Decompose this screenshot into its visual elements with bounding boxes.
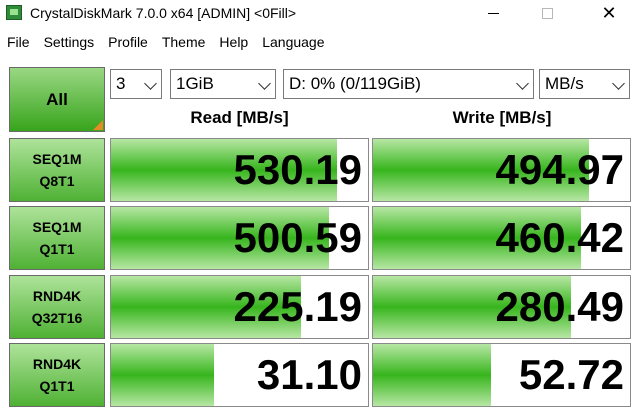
test-size-value: 1GiB [176,74,214,93]
menu-help[interactable]: Help [212,34,255,50]
write-result-cell: 494.97 [372,138,631,202]
test-count-select[interactable]: 3 [110,69,162,99]
all-button-label: All [46,89,68,109]
menu-settings[interactable]: Settings [37,34,102,50]
test-label-line1: RND4K [32,356,82,372]
test-label-line2: Q1T1 [39,241,75,257]
write-progress-bar [373,344,492,406]
read-column-header: Read [MB/s] [190,108,289,127]
test-label-line1: RND4K [32,288,82,304]
window-title: CrystalDiskMark 7.0.0 x64 [ADMIN] <0Fill… [30,5,297,21]
chevron-down-icon [144,77,157,90]
chevron-down-icon [258,77,271,90]
write-result-value: 494.97 [495,146,624,193]
chevron-down-icon [516,77,529,90]
menu-theme[interactable]: Theme [155,34,213,50]
menu-profile[interactable]: Profile [101,34,155,50]
close-icon: ✕ [601,3,617,23]
write-result-value: 280.49 [495,283,624,330]
menu-file[interactable]: File [0,34,37,50]
read-result-value: 500.59 [233,214,362,261]
write-column-header: Write [MB/s] [452,108,552,127]
read-result-cell: 225.19 [110,275,369,339]
chevron-down-icon [612,77,625,90]
drive-value: D: 0% (0/119GiB) [289,74,421,93]
write-result-value: 460.42 [495,214,624,261]
unit-value: MB/s [545,74,584,93]
read-result-value: 225.19 [233,283,362,330]
unit-select[interactable]: MB/s [539,69,630,99]
read-result-cell: 31.10 [110,343,369,407]
test-button-rnd4k-q1t1[interactable]: RND4K Q1T1 [9,343,105,407]
maximize-icon [541,8,553,19]
read-result-cell: 500.59 [110,206,369,270]
maximize-button[interactable] [524,0,570,27]
title-bar: CrystalDiskMark 7.0.0 x64 [ADMIN] <0Fill… [0,0,640,27]
test-label-line2: Q8T1 [39,173,75,189]
test-size-select[interactable]: 1GiB [170,69,276,99]
menu-language[interactable]: Language [255,34,331,50]
read-result-cell: 530.19 [110,138,369,202]
drive-select[interactable]: D: 0% (0/119GiB) [283,69,534,99]
test-label-line2: Q32T16 [31,310,83,326]
menu-bar: File Settings Profile Theme Help Languag… [0,30,640,54]
write-result-cell: 280.49 [372,275,631,339]
test-label-line1: SEQ1M [32,219,82,235]
test-label-line1: SEQ1M [32,151,82,167]
write-result-cell: 52.72 [372,343,631,407]
corner-marker-icon [93,120,103,130]
test-button-seq1m-q1t1[interactable]: SEQ1M Q1T1 [9,206,105,270]
test-button-seq1m-q8t1[interactable]: SEQ1M Q8T1 [9,138,105,202]
app-icon [6,5,22,20]
write-result-cell: 460.42 [372,206,631,270]
read-result-value: 530.19 [233,146,362,193]
minimize-icon [487,13,499,14]
test-count-value: 3 [116,74,126,93]
test-button-rnd4k-q32t16[interactable]: RND4K Q32T16 [9,275,105,339]
read-progress-bar [111,344,214,406]
all-button[interactable]: All [9,67,105,132]
minimize-button[interactable] [470,0,516,27]
close-button[interactable]: ✕ [586,0,632,27]
write-result-value: 52.72 [518,351,624,398]
test-label-line2: Q1T1 [39,378,75,394]
read-result-value: 31.10 [256,351,362,398]
